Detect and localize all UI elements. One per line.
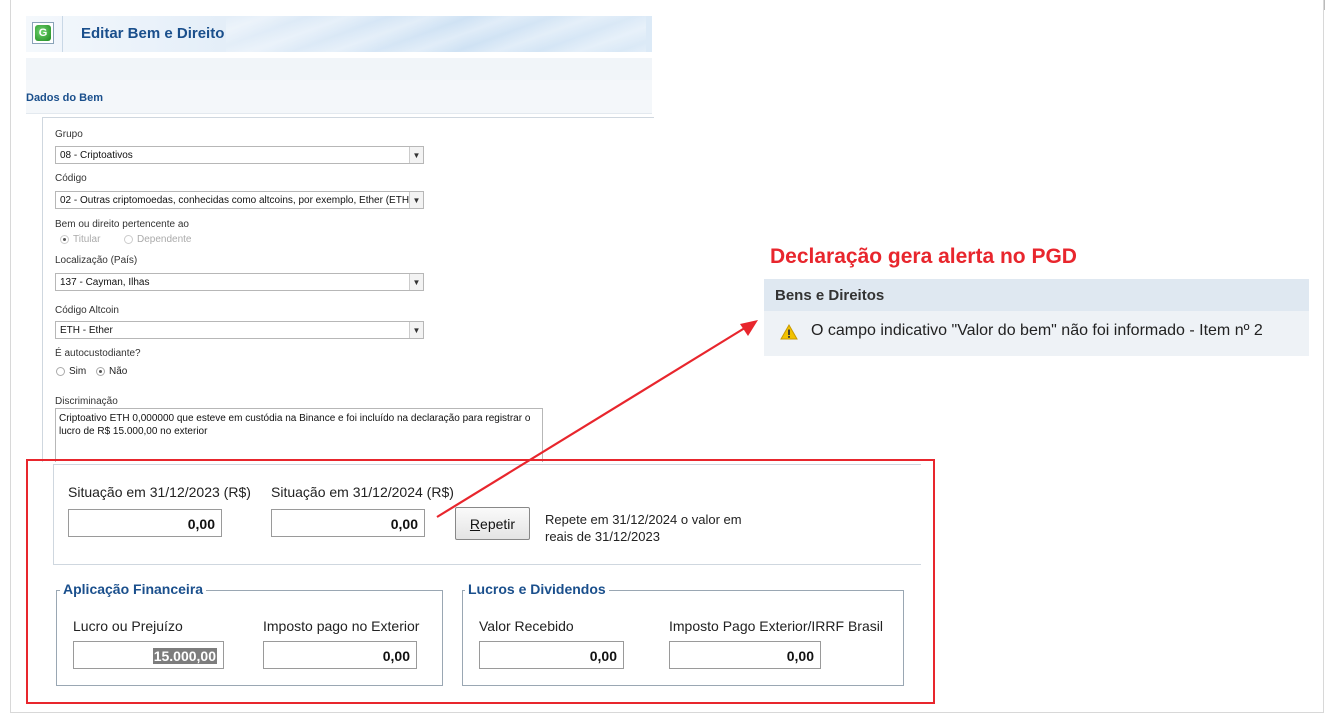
page-title: Editar Bem e Direito [81, 25, 225, 42]
situacao-2023-label: Situação em 31/12/2023 (R$) [68, 484, 251, 500]
localizacao-value: 137 - Cayman, Ilhas [60, 277, 150, 288]
altcoin-select[interactable]: ETH - Ether ▼ [55, 321, 424, 339]
lucros-fieldset [462, 590, 904, 686]
chevron-down-icon: ▼ [409, 147, 423, 163]
codigo-label: Código [55, 173, 87, 184]
app-logo-icon: G [35, 25, 51, 41]
localizacao-label: Localização (País) [55, 255, 138, 266]
radio-nao-label: Não [109, 366, 128, 377]
situacao-2023-input[interactable]: 0,00 [68, 509, 222, 537]
alert-title: Declaração gera alerta no PGD [770, 245, 1077, 268]
radio-dot [56, 367, 65, 376]
repetir-label: epetir [480, 516, 516, 532]
radio-titular-label: Titular [73, 234, 101, 245]
warning-icon [780, 324, 798, 340]
lucro-input[interactable]: 15.000,00 [73, 641, 224, 669]
codigo-value: 02 - Outras criptomoedas, conhecidas com… [60, 195, 410, 206]
grupo-value: 08 - Criptoativos [60, 150, 133, 161]
discriminacao-label: Discriminação [55, 396, 118, 407]
imposto-irrf-input[interactable]: 0,00 [669, 641, 821, 669]
imposto-irrf-label: Imposto Pago Exterior/IRRF Brasil [669, 618, 883, 634]
aplicacao-legend: Aplicação Financeira [60, 581, 207, 597]
radio-dependente[interactable]: Dependente [124, 234, 192, 245]
repetir-button[interactable]: Repetir [455, 507, 530, 540]
frame-corner-mark [1324, 0, 1325, 10]
header-separator [62, 16, 63, 52]
localizacao-select[interactable]: 137 - Cayman, Ilhas ▼ [55, 273, 424, 291]
chevron-down-icon: ▼ [409, 274, 423, 290]
chevron-down-icon: ▼ [409, 322, 423, 338]
situacao-2024-input[interactable]: 0,00 [271, 509, 425, 537]
radio-sim-label: Sim [69, 366, 87, 377]
imposto-exterior-label: Imposto pago no Exterior [263, 618, 420, 634]
alert-message: O campo indicativo "Valor do bem" não fo… [811, 322, 1263, 339]
radio-dot [96, 367, 105, 376]
altcoin-label: Código Altcoin [55, 305, 119, 316]
radio-dot [124, 235, 133, 244]
discriminacao-textarea[interactable]: Criptoativo ETH 0,000000 que esteve em c… [55, 408, 543, 462]
alert-section-title: Bens e Direitos [775, 287, 885, 304]
aplicacao-fieldset [56, 590, 443, 686]
pertencente-label: Bem ou direito pertencente ao [55, 219, 189, 230]
app-logo: G [32, 22, 54, 44]
radio-dot [60, 235, 69, 244]
section-header [26, 80, 652, 114]
repete-hint: Repete em 31/12/2024 o valor em reais de… [545, 512, 742, 544]
radio-nao[interactable]: Não [96, 366, 127, 377]
autocustodiante-label: É autocustodiante? [55, 348, 141, 359]
repetir-accesskey: R [469, 516, 481, 532]
chevron-down-icon: ▼ [409, 192, 423, 208]
lucros-legend: Lucros e Dividendos [465, 581, 609, 597]
grupo-label: Grupo [55, 129, 83, 140]
valor-recebido-label: Valor Recebido [479, 618, 574, 634]
radio-dependente-label: Dependente [137, 234, 192, 245]
grupo-select[interactable]: 08 - Criptoativos ▼ [55, 146, 424, 164]
imposto-exterior-input[interactable]: 0,00 [263, 641, 417, 669]
situacao-2024-label: Situação em 31/12/2024 (R$) [271, 484, 454, 500]
radio-sim[interactable]: Sim [56, 366, 86, 377]
section-title: Dados do Bem [26, 92, 104, 104]
lucro-label: Lucro ou Prejuízo [73, 618, 183, 634]
lucro-value: 15.000,00 [152, 648, 217, 664]
radio-titular[interactable]: Titular [60, 234, 100, 245]
altcoin-value: ETH - Ether [60, 325, 113, 336]
valor-recebido-input[interactable]: 0,00 [479, 641, 624, 669]
codigo-select[interactable]: 02 - Outras criptomoedas, conhecidas com… [55, 191, 424, 209]
toolbar-strip [26, 58, 652, 80]
